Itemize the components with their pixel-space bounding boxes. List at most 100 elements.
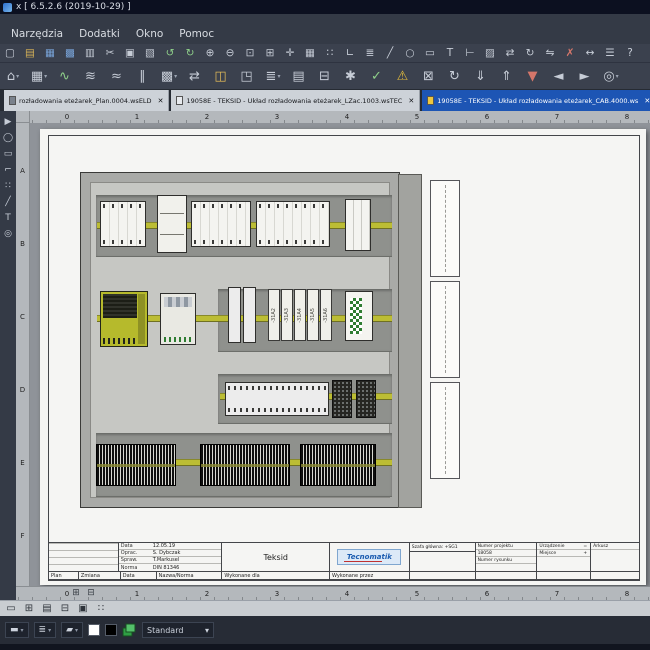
pdf-export-icon[interactable]: ▼ [520,65,546,87]
menu-item[interactable]: Narzędzia [4,26,70,42]
zoom-fit-icon[interactable]: ⊞ [260,45,280,61]
slim-module[interactable] [228,287,241,343]
export-icon[interactable]: ⇑ [494,65,520,87]
select-tool-icon[interactable]: ▶ [1,114,16,129]
rectangle-tool-icon[interactable]: ▭ [1,146,16,161]
symbol-browser-icon[interactable]: ⌂▾ [0,65,26,87]
drawing-canvas[interactable]: -31A2-31A3-31A4-31A5-31A6 Data12.05.19 [30,123,650,586]
redo-icon[interactable]: ↻ [180,45,200,61]
delete-tool-icon[interactable]: ✗ [560,45,580,61]
paste-icon[interactable]: ▧ [140,45,160,61]
relay-module[interactable]: -31A3 [281,289,293,341]
panel-layout-icon[interactable]: ◫ [208,65,234,87]
document-tab[interactable]: rozładowania eteżarek_Plan.0004.wsELD ✕ [4,90,169,111]
document-tab[interactable]: 19058E - TEKSID - Układ rozładowania ete… [422,90,650,111]
ortho-mode-icon[interactable]: ∟ [340,45,360,61]
dimension-annotation[interactable] [430,382,460,479]
rect-tool-icon[interactable]: ▭ [420,45,440,61]
line-tool-icon[interactable]: ╱ [380,45,400,61]
layer-profile-select[interactable]: Standard ▾ [142,622,214,638]
layers-icon[interactable]: ≣ [360,45,380,61]
line-width-dropdown[interactable]: ≣▾ [34,622,57,638]
search-icon[interactable]: ◎▾ [598,65,624,87]
report-icon[interactable]: ▤ [286,65,312,87]
menu-item[interactable]: Pomoc [172,26,221,42]
settings-icon[interactable]: ✱ [338,65,364,87]
dimension-annotation[interactable] [430,281,460,378]
properties-icon[interactable]: ☰ [600,45,620,61]
relay-module[interactable]: -31A2 [268,289,280,341]
circuit-breaker-group[interactable] [256,201,330,247]
line-draw-icon[interactable]: ╱ [1,194,16,209]
terminal-strip[interactable] [200,444,290,486]
cut-scissors-icon[interactable]: ✂ [100,45,120,61]
bom-list-icon[interactable]: ≣▾ [260,65,286,87]
sheet-grid-minus-icon[interactable]: ⊟ [85,587,97,599]
layers-icon[interactable] [122,623,137,637]
hatch-tool-icon[interactable]: ▨ [480,45,500,61]
multipin-connector[interactable] [332,380,352,418]
relay-module[interactable]: -31A5 [307,289,319,341]
move-tool-icon[interactable]: ⇄ [500,45,520,61]
snap-icon[interactable]: ∷ [320,45,340,61]
close-icon[interactable]: ✕ [158,97,164,105]
zoom-out-icon[interactable]: ⊖ [220,45,240,61]
print-icon[interactable]: ▥ [80,45,100,61]
prev-sheet-icon[interactable]: ◄ [546,65,572,87]
slim-module[interactable] [243,287,256,343]
power-supply-unit[interactable] [345,199,371,251]
zoom-in-icon[interactable]: ⊕ [200,45,220,61]
menu-item[interactable]: Dodatki [72,26,127,42]
new-document-icon[interactable]: ▢ [0,45,20,61]
zoom-window-icon[interactable]: ⊡ [240,45,260,61]
mirror-tool-icon[interactable]: ⇋ [540,45,560,61]
copy-icon[interactable]: ▣ [120,45,140,61]
menu-item[interactable]: Okno [129,26,170,42]
drawing-sheet[interactable]: -31A2-31A3-31A4-31A5-31A6 Data12.05.19 [40,129,646,585]
save-all-icon[interactable]: ▩ [60,45,80,61]
circle-tool-icon[interactable]: ○ [400,45,420,61]
relay-module[interactable]: -31A6 [320,289,332,341]
cabinet-side-flange[interactable] [398,174,422,508]
fill-color-swatch[interactable] [88,624,100,636]
help-icon[interactable]: ? [620,45,640,61]
rotate-tool-icon[interactable]: ↻ [520,45,540,61]
plc-manager-icon[interactable]: ▩▾ [156,65,182,87]
import-icon[interactable]: ⇓ [468,65,494,87]
refresh-icon[interactable]: ↻ [442,65,468,87]
view-3d-icon[interactable]: ◳ [234,65,260,87]
collapse-icon[interactable]: ⊟ [58,602,72,615]
polyline-tool-icon[interactable]: ⌐ [1,162,16,177]
point-grid-icon[interactable]: ∷ [1,178,16,193]
text-tool-icon[interactable]: T [440,45,460,61]
next-sheet-icon[interactable]: ► [572,65,598,87]
dimension-annotation[interactable] [430,180,460,277]
cross-reference-icon[interactable]: ⇄ [182,65,208,87]
terminal-strip[interactable] [300,444,376,486]
multipin-connector[interactable] [356,380,376,418]
terminal-tool-icon[interactable]: ∥ [130,65,156,87]
slim-module-pair[interactable] [228,287,258,343]
document-tab[interactable]: 19058E - TEKSID - Układ rozładowania ete… [171,90,420,111]
relay-module-group[interactable]: -31A2-31A3-31A4-31A5-31A6 [268,289,332,341]
check-project-icon[interactable]: ✓ [364,65,390,87]
sheet-grid-icon[interactable]: ⊞ [70,587,82,599]
potential-tool-icon[interactable]: ≋ [78,65,104,87]
undo-icon[interactable]: ↺ [160,45,180,61]
ellipse-tool-icon[interactable]: ◯ [1,130,16,145]
text-insert-icon[interactable]: T [1,210,16,225]
grid-toggle-icon[interactable]: ⊞ [22,602,36,615]
cable-tool-icon[interactable]: ≈ [104,65,130,87]
ethernet-switch[interactable] [345,291,373,341]
pan-icon[interactable]: ✛ [280,45,300,61]
terminal-block-row[interactable] [225,382,329,416]
open-folder-icon[interactable]: ▤ [40,602,54,615]
plc-controller[interactable] [100,291,148,347]
open-folder-icon[interactable]: ▤ [20,45,40,61]
zoom-tool-icon[interactable]: ◎ [1,226,16,241]
contactor[interactable] [157,195,187,253]
measure-tool-icon[interactable]: ↔ [580,45,600,61]
fill-mode-icon[interactable]: ▣ [76,602,90,615]
database-icon[interactable]: ⊟ [312,65,338,87]
dimension-tool-icon[interactable]: ⊢ [460,45,480,61]
